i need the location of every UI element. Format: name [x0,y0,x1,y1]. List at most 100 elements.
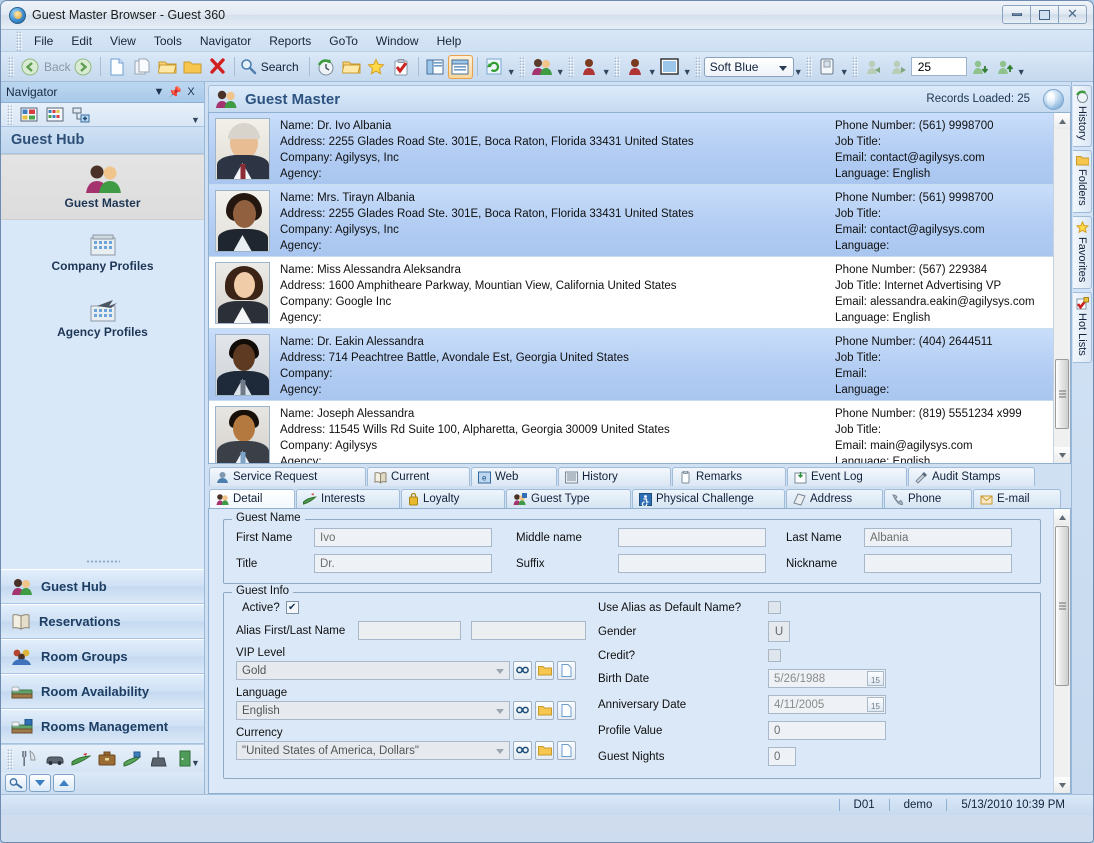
maximize-button[interactable] [1030,5,1059,24]
window-icon[interactable] [657,55,683,79]
favorites-star-icon[interactable] [364,55,389,79]
menu-file[interactable]: File [25,32,62,50]
scroll-up-icon[interactable] [53,774,75,792]
list-view-icon[interactable] [42,105,68,125]
refresh-icon[interactable] [482,55,507,79]
list-vertical-scrollbar[interactable] [1053,113,1070,463]
toolbar-grip-6[interactable] [805,56,812,77]
detail-vertical-scrollbar[interactable] [1053,509,1070,793]
menubar-grip[interactable] [16,30,22,51]
menu-view[interactable]: View [101,32,145,50]
vip-level-select[interactable]: Gold [236,661,510,680]
table-row[interactable]: Name: Dr. Ivo Albania Address: 2255 Glad… [209,113,1053,185]
alias-first-name-input[interactable] [358,621,461,640]
tab-physical-challenge[interactable]: Physical Challenge [632,489,785,508]
right-tab-history[interactable]: History [1073,85,1092,148]
panel-left-icon[interactable] [423,55,448,79]
language-search-icon[interactable] [513,701,532,720]
calendar-icon[interactable]: 15 [867,671,884,686]
panel-bottom-icon[interactable] [447,54,473,79]
back-arrow-icon[interactable] [17,55,42,79]
table-row[interactable]: Name: Miss Alessandra Aleksandra Address… [209,257,1053,329]
printer-icon[interactable] [815,55,840,79]
toolbar-overflow-8[interactable]: ▼ [1017,57,1026,77]
close-icon[interactable]: X [183,86,199,98]
delete-x-icon[interactable] [205,55,230,79]
profile-value-input[interactable]: 0 [768,721,886,740]
toolbar-grip-1[interactable] [8,56,14,77]
search-key-icon[interactable] [5,774,27,792]
sidebar-item-reservations[interactable]: Reservations [1,604,204,639]
company-icon[interactable] [577,55,602,79]
toolbar-overflow-3[interactable]: ▼ [602,57,611,77]
search-label[interactable]: Search [261,60,299,74]
active-checkbox[interactable]: ✔ [285,601,299,614]
menu-goto[interactable]: GoTo [320,32,367,50]
close-button[interactable]: ✕ [1058,5,1087,24]
anniversary-date-input[interactable]: 4/11/2005 15 [768,695,886,714]
table-row[interactable]: Name: Joseph Alessandra Address: 11545 W… [209,401,1053,463]
guests-icon[interactable] [528,55,556,79]
title-input[interactable]: Dr. [314,554,492,573]
copy-document-icon[interactable] [130,55,155,79]
grid-view-icon[interactable] [16,105,42,125]
guest-records-list[interactable]: Name: Dr. Ivo Albania Address: 2255 Glad… [208,112,1071,464]
guest-nights-input[interactable]: 0 [768,747,796,766]
gender-value[interactable]: U [768,621,790,642]
menu-reports[interactable]: Reports [260,32,320,50]
toolbar-grip-7[interactable] [851,56,858,77]
open-folder-icon[interactable] [155,55,180,79]
tab-detail[interactable]: Detail [209,489,295,508]
folders-icon[interactable] [339,55,364,79]
toolbar-overflow-2[interactable]: ▼ [556,57,565,77]
toolbar-overflow-4[interactable]: ▼ [648,57,657,77]
load-down-icon[interactable] [967,55,992,79]
tab-loyalty[interactable]: Loyalty [401,489,505,508]
menu-edit[interactable]: Edit [62,32,101,50]
toolbar-grip-5[interactable] [694,56,701,77]
vip-level-search-icon[interactable] [513,661,532,680]
nickname-input[interactable] [864,554,1012,573]
prev-record-icon[interactable] [861,55,886,79]
vip-level-folder-icon[interactable] [535,661,554,680]
scroll-down-icon[interactable] [29,774,51,792]
language-folder-icon[interactable] [535,701,554,720]
tab-phone[interactable]: Phone [884,489,972,508]
tab-event-log[interactable]: Event Log [787,467,907,486]
utensils-icon[interactable] [16,749,42,769]
tab-service-request[interactable]: Service Request [209,467,366,486]
right-tab-folders[interactable]: Folders [1073,150,1092,213]
tab-guest-type[interactable]: Guest Type [506,489,631,508]
toolbar-grip-2[interactable] [518,56,525,77]
sidebar-item-agency-profiles[interactable]: Agency Profiles [1,286,204,352]
golf-icon[interactable] [68,749,94,769]
icon-strip-grip[interactable] [7,748,13,769]
tab-web[interactable]: e Web [471,467,557,486]
search-icon[interactable] [239,55,259,79]
tab-email[interactable]: E-mail [973,489,1061,508]
table-row[interactable]: Name: Dr. Eakin Alessandra Address: 714 … [209,329,1053,401]
suffix-input[interactable] [618,554,766,573]
housekeeping-icon[interactable] [146,749,172,769]
add-node-icon[interactable] [68,105,94,125]
language-select[interactable]: English [236,701,510,720]
spa-icon[interactable] [120,749,146,769]
history-clock-icon[interactable] [314,55,339,79]
toolbar-grip-3[interactable] [567,56,574,77]
tab-history[interactable]: History [558,467,671,486]
scrollbar-thumb[interactable] [1055,526,1069,686]
scroll-up-arrow-icon[interactable] [1054,509,1070,525]
middle-name-input[interactable] [618,528,766,547]
scroll-down-arrow-icon[interactable] [1054,777,1070,793]
alias-last-name-input[interactable] [471,621,586,640]
birth-date-input[interactable]: 5/26/1988 15 [768,669,886,688]
sidebar-item-rooms-management[interactable]: Rooms Management [1,709,204,744]
currency-select[interactable]: "United States of America, Dollars" [236,741,510,760]
folder-icon[interactable] [180,55,205,79]
toolbar-overflow-7[interactable]: ▼ [840,57,849,77]
tab-current[interactable]: Current [367,467,470,486]
navigator-toolbar-grip[interactable] [7,104,13,125]
tab-remarks[interactable]: Remarks [672,467,786,486]
menu-tools[interactable]: Tools [145,32,191,50]
sidebar-item-guest-hub[interactable]: Guest Hub [1,569,204,604]
